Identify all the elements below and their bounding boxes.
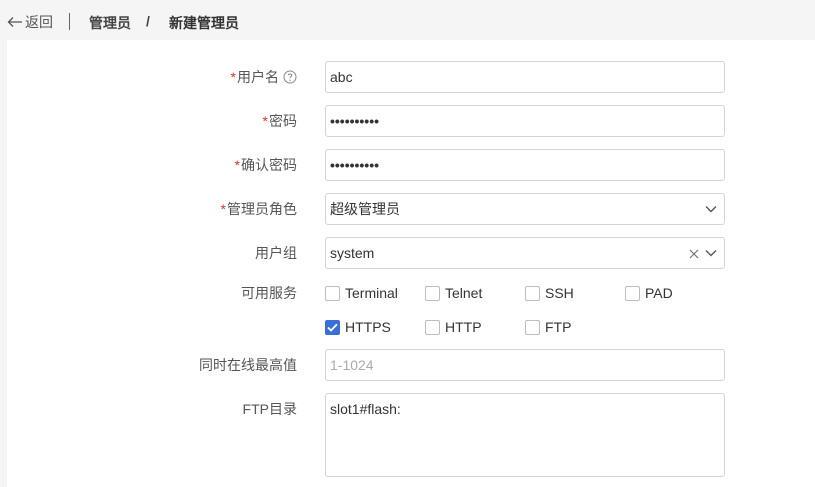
clear-icon[interactable]: [689, 249, 699, 259]
service-telnet-checkbox[interactable]: Telnet: [425, 285, 482, 301]
max-online-label: 同时在线最高值: [199, 357, 297, 373]
back-label: 返回: [25, 14, 53, 30]
confirm-password-input[interactable]: ••••••••••: [325, 149, 725, 181]
checkmark-icon: [327, 323, 338, 332]
checkbox-box-checked: [325, 319, 340, 335]
user-group-label: 用户组: [255, 245, 297, 261]
checkbox-box: [325, 285, 340, 301]
role-select[interactable]: 超级管理员: [325, 193, 725, 225]
username-label: * 用户名: [231, 67, 297, 87]
username-input[interactable]: abc: [325, 61, 725, 93]
back-button[interactable]: 返回: [7, 12, 53, 32]
ftp-dir-label: FTP目录: [242, 401, 297, 417]
password-input[interactable]: ••••••••••: [325, 105, 725, 137]
service-terminal-checkbox[interactable]: Terminal: [325, 285, 398, 301]
arrow-left-icon: [7, 17, 22, 27]
checkbox-box: [525, 285, 540, 301]
required-mark: *: [230, 69, 236, 85]
service-ftp-checkbox[interactable]: FTP: [525, 319, 571, 335]
max-online-input[interactable]: 1-1024: [325, 349, 725, 381]
service-ssh-checkbox[interactable]: SSH: [525, 285, 574, 301]
chevron-down-icon: [705, 206, 717, 213]
services-label: 可用服务: [241, 285, 297, 301]
chevron-down-icon: [705, 250, 717, 257]
password-label: * 密码: [262, 113, 297, 129]
breadcrumb-separator: /: [146, 13, 150, 29]
max-online-placeholder: 1-1024: [330, 357, 374, 373]
page-title: 新建管理员: [169, 15, 239, 31]
ftp-dir-textarea[interactable]: slot1#flash:: [325, 393, 725, 477]
service-http-checkbox[interactable]: HTTP: [425, 319, 482, 335]
service-pad-checkbox[interactable]: PAD: [625, 285, 673, 301]
breadcrumb-parent[interactable]: 管理员: [89, 13, 131, 33]
role-label: * 管理员角色: [220, 201, 297, 217]
top-bar: 返回 管理员 / 新建管理员: [0, 0, 815, 40]
checkbox-box: [425, 319, 440, 335]
help-icon[interactable]: [283, 70, 297, 84]
confirm-password-label: * 确认密码: [234, 157, 297, 173]
checkbox-box: [425, 285, 440, 301]
checkbox-box: [625, 285, 640, 301]
divider: [69, 13, 70, 30]
service-https-checkbox[interactable]: HTTPS: [325, 319, 391, 335]
user-group-select[interactable]: system: [325, 237, 725, 269]
checkbox-box: [525, 319, 540, 335]
